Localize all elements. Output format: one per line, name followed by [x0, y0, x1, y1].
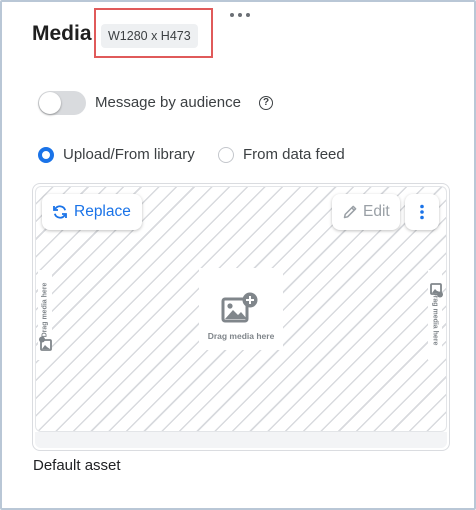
- replace-label: Replace: [74, 203, 131, 220]
- radio-from-data-feed[interactable]: [218, 147, 234, 163]
- drag-media-text-center: Drag media here: [207, 331, 275, 341]
- replace-button[interactable]: Replace: [42, 194, 142, 230]
- section-title: Media: [32, 22, 92, 45]
- more-vertical-icon: [420, 204, 424, 220]
- refresh-icon: [53, 205, 67, 219]
- drop-zone-footer: [35, 432, 447, 448]
- help-icon[interactable]: ?: [259, 96, 273, 110]
- image-icon-left: [39, 336, 52, 351]
- size-chip: W1280 x H473: [101, 24, 198, 48]
- edit-button[interactable]: Edit: [332, 194, 400, 230]
- default-asset-caption: Default asset: [33, 457, 121, 474]
- more-vertical-button[interactable]: [405, 194, 439, 230]
- more-horizontal-icon[interactable]: [228, 8, 252, 22]
- add-image-icon: [221, 292, 258, 323]
- toggle-label: Message by audience: [95, 94, 241, 111]
- drag-media-text-right: Drag media here: [431, 290, 439, 346]
- radio-label-data-feed[interactable]: From data feed: [243, 146, 345, 163]
- message-by-audience-toggle[interactable]: [38, 91, 86, 115]
- radio-label-upload[interactable]: Upload/From library: [63, 146, 195, 163]
- toggle-knob: [39, 92, 61, 114]
- radio-upload-from-library[interactable]: [38, 147, 54, 163]
- pencil-icon: [343, 205, 357, 219]
- edit-label: Edit: [363, 203, 390, 220]
- drag-media-text-left: Drag media here: [41, 282, 49, 338]
